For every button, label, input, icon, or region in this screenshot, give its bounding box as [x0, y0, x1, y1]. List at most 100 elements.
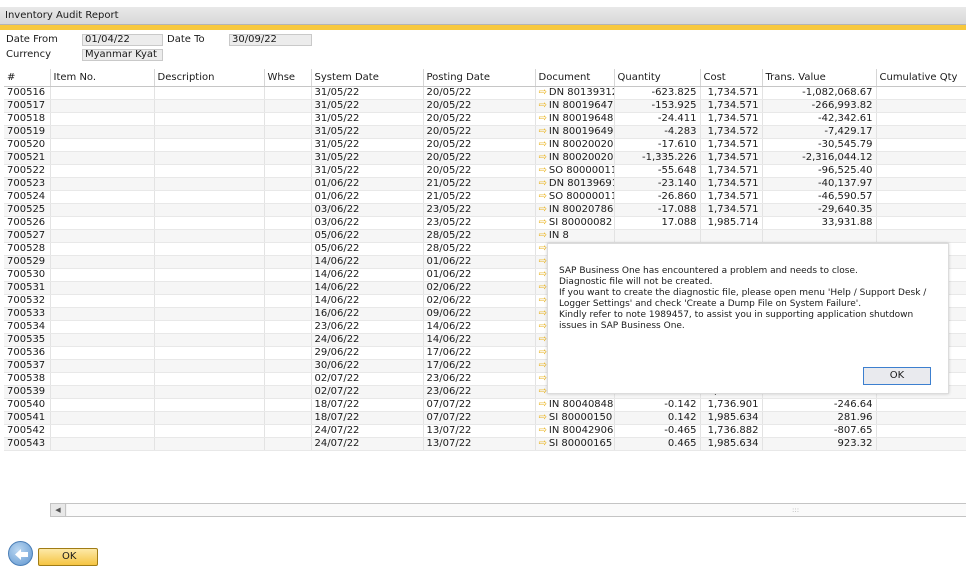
link-arrow-icon[interactable]: ⇨	[539, 321, 547, 332]
cell-document[interactable]: ⇨ SI 80000082	[535, 216, 615, 230]
cell-cumulative-qty	[876, 398, 966, 412]
cell-cumulative-qty	[876, 203, 966, 217]
table-row[interactable]: 700516 31/05/22 20/05/22 ⇨ DN 80139312 -623.8…	[4, 86, 966, 100]
link-arrow-icon[interactable]: ⇨	[539, 425, 547, 436]
cell-document[interactable]: ⇨ IN 80040848	[535, 398, 615, 412]
link-arrow-icon[interactable]: ⇨	[539, 256, 547, 267]
cell-row-number: 700530	[4, 268, 51, 282]
scroll-left-button[interactable]: ◀	[51, 504, 66, 516]
document-text: IN 80020786	[548, 203, 614, 215]
cell-description	[154, 99, 265, 113]
cell-document[interactable]: ⇨ IN 80019647	[535, 99, 615, 113]
table-row[interactable]: 700542 24/07/22 13/07/22 ⇨ IN 80042906 -0.465…	[4, 424, 966, 438]
link-arrow-icon[interactable]: ⇨	[539, 113, 547, 124]
cell-description	[154, 203, 265, 217]
col-header-quantity[interactable]: Quantity	[614, 69, 701, 87]
link-arrow-icon[interactable]: ⇨	[539, 399, 547, 410]
cell-posting-date: 28/05/22	[423, 242, 536, 256]
table-row[interactable]: 700520 31/05/22 20/05/22 ⇨ IN 80020020 -17.61…	[4, 138, 966, 152]
table-row[interactable]: 700541 18/07/22 07/07/22 ⇨ SI 80000150 0.142 1…	[4, 411, 966, 425]
cell-row-number: 700523	[4, 177, 51, 191]
link-arrow-icon[interactable]: ⇨	[539, 165, 547, 176]
col-header-description[interactable]: Description	[154, 69, 265, 87]
table-row[interactable]: 700517 31/05/22 20/05/22 ⇨ IN 80019647 -153.9…	[4, 99, 966, 113]
table-row[interactable]: 700523 01/06/22 21/05/22 ⇨ DN 80139691 -23.14…	[4, 177, 966, 191]
link-arrow-icon[interactable]: ⇨	[539, 360, 547, 371]
cell-document[interactable]: ⇨ IN 80020020	[535, 138, 615, 152]
cell-cumulative-qty	[876, 138, 966, 152]
col-header-trans-value[interactable]: Trans. Value	[762, 69, 877, 87]
table-row[interactable]: 700543 24/07/22 13/07/22 ⇨ SI 80000165 0.465 1…	[4, 437, 966, 451]
link-arrow-icon[interactable]: ⇨	[539, 373, 547, 384]
cell-system-date: 30/06/22	[311, 359, 424, 373]
error-message-line: SAP Business One has encountered a probl…	[559, 266, 858, 276]
cell-cost: 1,734.571	[700, 86, 763, 100]
link-arrow-icon[interactable]: ⇨	[539, 152, 547, 163]
link-arrow-icon[interactable]: ⇨	[539, 295, 547, 306]
col-header-posting-date[interactable]: Posting Date	[423, 69, 536, 87]
link-arrow-icon[interactable]: ⇨	[539, 438, 547, 449]
link-arrow-icon[interactable]: ⇨	[539, 204, 547, 215]
link-arrow-icon[interactable]: ⇨	[539, 126, 547, 137]
col-header-number[interactable]: #	[4, 69, 51, 87]
col-header-cost[interactable]: Cost	[700, 69, 763, 87]
table-row[interactable]: 700521 31/05/22 20/05/22 ⇨ IN 80020020 -1,335…	[4, 151, 966, 165]
link-arrow-icon[interactable]: ⇨	[539, 412, 547, 423]
table-row[interactable]: 700519 31/05/22 20/05/22 ⇨ IN 80019649 -4.283…	[4, 125, 966, 139]
ok-button[interactable]: OK	[38, 548, 98, 566]
scroll-thumb[interactable]: :::	[67, 504, 966, 516]
col-header-cumulative-qty[interactable]: Cumulative Qty	[876, 69, 966, 87]
date-from-field[interactable]: 01/04/22	[82, 34, 163, 46]
link-arrow-icon[interactable]: ⇨	[539, 282, 547, 293]
cell-system-date: 03/06/22	[311, 203, 424, 217]
cell-document[interactable]: ⇨SO 800000110	[535, 164, 615, 178]
col-header-system-date[interactable]: System Date	[311, 69, 424, 87]
link-arrow-icon[interactable]: ⇨	[539, 334, 547, 345]
cell-document[interactable]: ⇨ DN 80139312	[535, 86, 615, 100]
link-arrow-icon[interactable]: ⇨	[539, 386, 547, 397]
table-row[interactable]: 700518 31/05/22 20/05/22 ⇨ IN 80019648 -24.41…	[4, 112, 966, 126]
link-arrow-icon[interactable]: ⇨	[539, 230, 547, 241]
col-header-item-no[interactable]: Item No.	[50, 69, 155, 87]
col-header-document[interactable]: Document	[535, 69, 615, 87]
table-row[interactable]: 700540 18/07/22 07/07/22 ⇨ IN 80040848 -0.142…	[4, 398, 966, 412]
link-arrow-icon[interactable]: ⇨	[539, 347, 547, 358]
cell-system-date: 31/05/22	[311, 99, 424, 113]
link-arrow-icon[interactable]: ⇨	[539, 243, 547, 254]
col-header-whse[interactable]: Whse	[264, 69, 312, 87]
link-arrow-icon[interactable]: ⇨	[539, 269, 547, 280]
link-arrow-icon[interactable]: ⇨	[539, 100, 547, 111]
cell-document[interactable]: ⇨ IN 80019648	[535, 112, 615, 126]
dialog-ok-button[interactable]: OK	[863, 367, 931, 385]
cell-row-number: 700528	[4, 242, 51, 256]
table-row[interactable]: 700524 01/06/2221/05/22⇨SO 800000115-26.8…	[4, 190, 966, 204]
date-to-field[interactable]: 30/09/22	[229, 34, 312, 46]
cell-document[interactable]: ⇨ IN 80042906	[535, 424, 615, 438]
link-arrow-icon[interactable]: ⇨	[539, 308, 547, 319]
cell-document[interactable]: ⇨ IN 80019649	[535, 125, 615, 139]
cell-document[interactable]: ⇨SO 800000115	[535, 190, 615, 204]
cell-document[interactable]: ⇨ SI 80000150	[535, 411, 615, 425]
horizontal-scrollbar[interactable]: ◀ :::	[50, 503, 966, 517]
link-arrow-icon[interactable]: ⇨	[539, 191, 547, 202]
link-arrow-icon[interactable]: ⇨	[539, 217, 547, 228]
cell-cost: 1,734.571	[700, 112, 763, 126]
link-arrow-icon[interactable]: ⇨	[539, 178, 547, 189]
table-row[interactable]: 700526 03/06/22 23/05/22 ⇨ SI 80000082 17.088…	[4, 216, 966, 230]
cell-document[interactable]: ⇨ IN 80020020	[535, 151, 615, 165]
back-arrow-icon[interactable]	[8, 541, 33, 566]
cell-document[interactable]: ⇨ IN 80020786	[535, 203, 615, 217]
cell-document[interactable]: ⇨ DN 80139691	[535, 177, 615, 191]
link-arrow-icon[interactable]: ⇨	[539, 139, 547, 150]
cell-whse	[264, 294, 312, 308]
cell-description	[154, 216, 265, 230]
table-row[interactable]: 700522 31/05/2220/05/22⇨SO 800000110-55.6…	[4, 164, 966, 178]
cell-document[interactable]: ⇨IN 8	[535, 229, 615, 243]
table-row[interactable]: 700527 05/06/22 28/05/22 ⇨ IN 8	[4, 229, 966, 243]
cell-system-date: 01/06/22	[311, 177, 424, 191]
cell-document[interactable]: ⇨ SI 80000165	[535, 437, 615, 451]
link-arrow-icon[interactable]: ⇨	[539, 87, 547, 98]
cell-row-number: 700542	[4, 424, 51, 438]
table-row[interactable]: 700525 03/06/22 23/05/22 ⇨ IN 80020786 -17.08…	[4, 203, 966, 217]
cell-posting-date: 17/06/22	[423, 346, 536, 360]
